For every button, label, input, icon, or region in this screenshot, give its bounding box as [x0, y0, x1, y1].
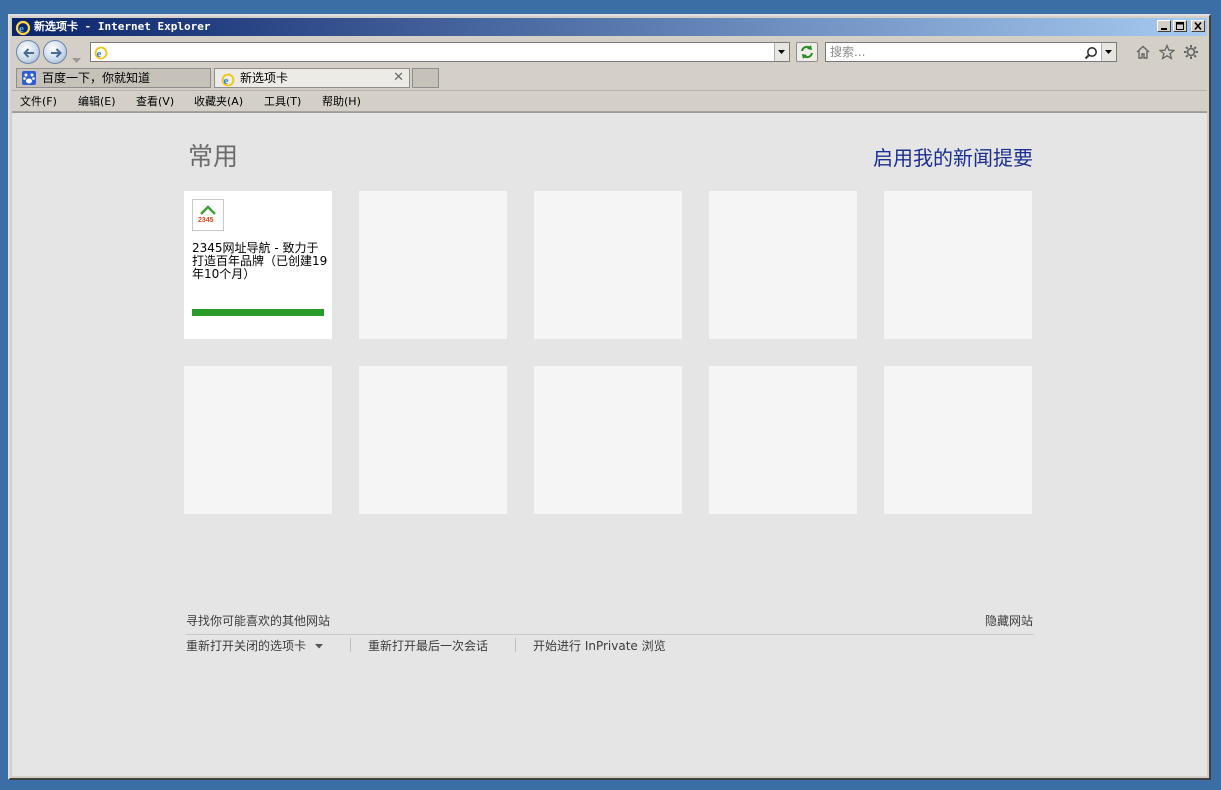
menu-tools[interactable]: 工具(T): [264, 92, 301, 111]
menu-favorites[interactable]: 收藏夹(A): [194, 92, 243, 111]
2345-icon: 2345: [192, 199, 224, 231]
chevron-down-icon: [314, 644, 323, 649]
footer-separator: [515, 638, 516, 652]
reopen-closed-tabs-link[interactable]: 重新打开关闭的选项卡: [186, 637, 324, 654]
menu-file[interactable]: 文件(F): [20, 92, 57, 111]
compat-refresh-button[interactable]: [796, 42, 818, 62]
empty-tile: [359, 366, 507, 514]
site-activity-bar: [192, 309, 324, 316]
footer-divider: [186, 634, 1034, 635]
menu-help[interactable]: 帮助(H): [322, 92, 361, 111]
discover-sites-link[interactable]: 寻找你可能喜欢的其他网站: [186, 612, 330, 629]
close-button[interactable]: [1191, 20, 1205, 32]
empty-tile: [534, 366, 682, 514]
empty-tile: [709, 366, 857, 514]
ie-icon: e: [220, 71, 236, 92]
reopen-last-session-link[interactable]: 重新打开最后一次会话: [368, 637, 488, 654]
svg-text:2345: 2345: [198, 217, 214, 224]
search-icon[interactable]: [1084, 45, 1098, 64]
baidu-icon: [22, 71, 36, 90]
search-input[interactable]: [830, 44, 1070, 60]
menu-bar: 文件(F) 编辑(E) 查看(V) 收藏夹(A) 工具(T) 帮助(H): [12, 92, 1207, 112]
maximize-button[interactable]: [1173, 20, 1187, 32]
address-bar[interactable]: e: [90, 42, 790, 62]
refresh-arrows-icon: [801, 45, 813, 59]
empty-tile: [534, 191, 682, 339]
empty-tile: [884, 366, 1032, 514]
tab-baidu[interactable]: 百度一下，你就知道: [16, 68, 211, 88]
tab-strip: 百度一下，你就知道 e 新选项卡 ✕: [12, 66, 1207, 91]
close-tab-icon[interactable]: ✕: [393, 69, 404, 87]
reopen-closed-tabs-label: 重新打开关闭的选项卡: [186, 639, 307, 653]
home-icon[interactable]: [1133, 42, 1153, 62]
new-tab-button[interactable]: [412, 68, 439, 88]
menu-view[interactable]: 查看(V): [136, 92, 174, 111]
svg-text:e: e: [224, 75, 229, 87]
ie-logo-icon: e: [15, 19, 31, 40]
footer-separator: [350, 638, 351, 652]
title-bar[interactable]: e 新选项卡 - Internet Explorer: [12, 18, 1207, 36]
start-inprivate-link[interactable]: 开始进行 InPrivate 浏览: [533, 637, 666, 654]
tab-new-tab[interactable]: e 新选项卡 ✕: [214, 68, 410, 88]
empty-tile: [709, 191, 857, 339]
address-dropdown-button[interactable]: [774, 43, 789, 61]
ie-window: e 新选项卡 - Internet Explorer e 搜索... 百度一下，…: [8, 14, 1211, 780]
favorites-star-icon[interactable]: [1157, 42, 1177, 62]
forward-button[interactable]: [43, 40, 67, 64]
window-title: 新选项卡 - Internet Explorer: [34, 20, 211, 33]
address-row: e: [12, 38, 1207, 66]
search-dropdown-button[interactable]: [1101, 43, 1116, 61]
back-arrow-icon: [23, 48, 34, 58]
frequent-site-tile[interactable]: 2345 2345网址导航 - 致力于打造百年品牌（已创建19年10个月）: [184, 191, 332, 339]
tile-title: 2345网址导航 - 致力于打造百年品牌（已创建19年10个月）: [192, 241, 328, 281]
hide-sites-link[interactable]: 隐藏网站: [985, 612, 1033, 629]
address-input[interactable]: [113, 44, 763, 60]
svg-text:e: e: [19, 23, 24, 35]
tab-label: 新选项卡: [240, 71, 289, 85]
forward-arrow-icon: [51, 48, 62, 58]
back-button[interactable]: [16, 40, 40, 64]
tab-label: 百度一下，你就知道: [42, 71, 151, 85]
enable-news-feed-link[interactable]: 启用我的新闻提要: [873, 142, 1033, 171]
menu-edit[interactable]: 编辑(E): [78, 92, 116, 111]
ie-page-icon: e: [93, 44, 109, 64]
new-tab-page: 常用 启用我的新闻提要 2345 2345网址导航 - 致力于打造百年品牌（已创…: [12, 112, 1207, 776]
empty-tile: [184, 366, 332, 514]
minimize-button[interactable]: [1157, 20, 1171, 32]
empty-tile: [884, 191, 1032, 339]
page-title: 常用: [188, 142, 239, 171]
settings-gear-icon[interactable]: [1181, 42, 1201, 62]
empty-tile: [359, 191, 507, 339]
svg-text:e: e: [97, 48, 102, 60]
search-box[interactable]: [825, 42, 1117, 62]
